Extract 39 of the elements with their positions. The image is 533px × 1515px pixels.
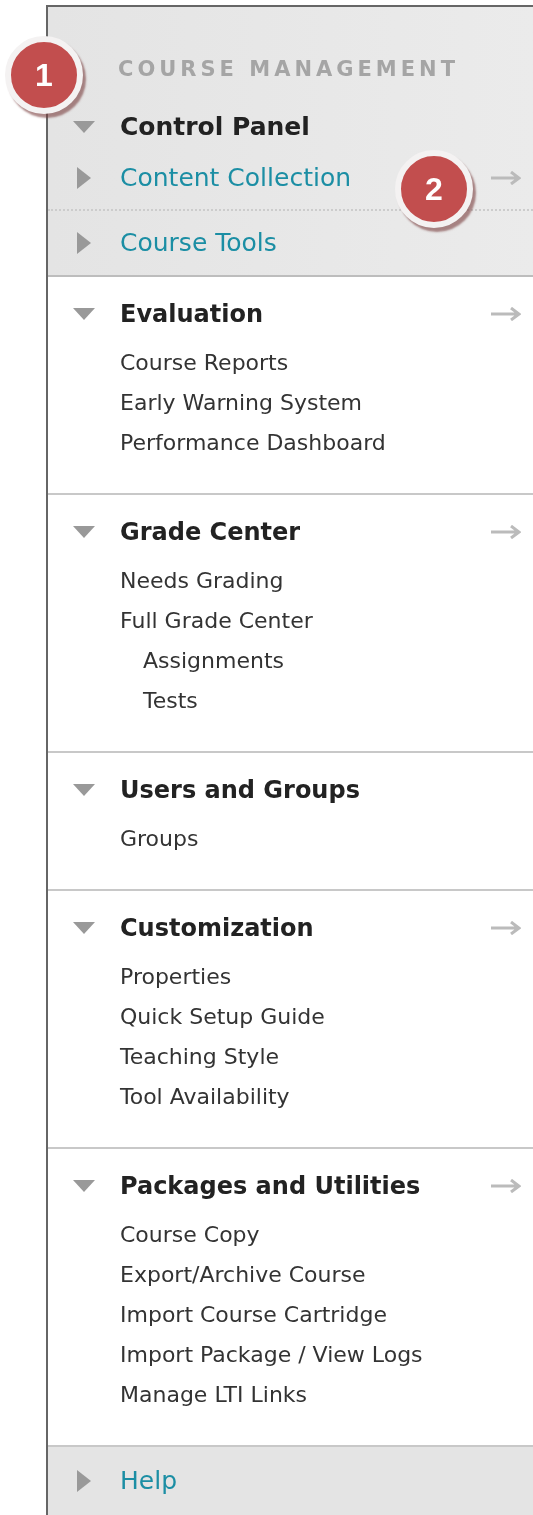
section-heading: COURSE MANAGEMENT — [117, 56, 460, 83]
arrow-right-icon[interactable] — [491, 1179, 521, 1193]
menu-heading[interactable]: Control Panel — [120, 108, 310, 146]
arrow-right-icon[interactable] — [491, 307, 521, 321]
menu-heading[interactable]: Customization — [120, 910, 314, 946]
menu-link[interactable]: Teaching Style — [48, 1037, 533, 1077]
caret-right-icon[interactable] — [77, 232, 91, 254]
menu-link[interactable]: Tests — [48, 681, 533, 721]
menu-link[interactable]: Course Copy — [48, 1215, 533, 1255]
caret-right-icon[interactable] — [77, 1470, 91, 1492]
menu-link[interactable]: Import Course Cartridge — [48, 1295, 533, 1335]
caret-down-icon[interactable] — [73, 526, 95, 538]
menu-link[interactable]: Tool Availability — [48, 1077, 533, 1117]
menu-link[interactable]: Early Warning System — [48, 383, 533, 423]
menu-link[interactable]: Groups — [48, 819, 533, 859]
caret-right-icon[interactable] — [77, 167, 91, 189]
caret-down-icon[interactable] — [73, 308, 95, 320]
caret-down-icon[interactable] — [73, 1180, 95, 1192]
arrow-right-icon[interactable] — [491, 171, 521, 185]
caret-down-icon[interactable] — [73, 121, 95, 133]
caret-down-icon[interactable] — [73, 922, 95, 934]
caret-down-icon[interactable] — [73, 784, 95, 796]
menu-heading[interactable]: Grade Center — [120, 514, 301, 550]
menu-heading[interactable]: Packages and Utilities — [120, 1168, 421, 1204]
callout-badge: 1 — [5, 36, 83, 114]
menu-link[interactable]: Export/Archive Course — [48, 1255, 533, 1295]
arrow-right-icon[interactable] — [491, 525, 521, 539]
menu-heading[interactable]: Evaluation — [120, 296, 263, 332]
menu-link[interactable]: Assignments — [48, 641, 533, 681]
menu-link[interactable]: Course Reports — [48, 343, 533, 383]
menu-heading[interactable]: Users and Groups — [120, 772, 360, 808]
menu-link[interactable]: Needs Grading — [48, 561, 533, 601]
menu-link[interactable]: Full Grade Center — [48, 601, 533, 641]
menu-link[interactable]: Import Package / View Logs — [48, 1335, 533, 1375]
menu-link[interactable]: Properties — [48, 957, 533, 997]
menu-link[interactable]: Quick Setup Guide — [48, 997, 533, 1037]
menu-link[interactable]: Performance Dashboard — [48, 423, 533, 463]
arrow-right-icon[interactable] — [491, 921, 521, 935]
menu-link[interactable]: Manage LTI Links — [48, 1375, 533, 1415]
